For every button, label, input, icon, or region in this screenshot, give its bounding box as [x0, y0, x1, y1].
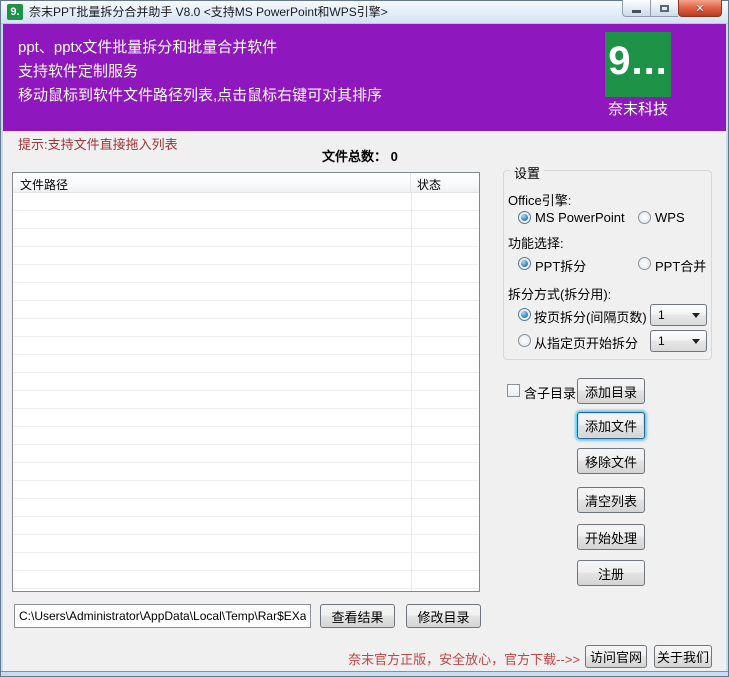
clear-list-button[interactable]: 清空列表	[577, 487, 645, 513]
radio-split-from-page-label[interactable]: 从指定页开始拆分	[534, 333, 638, 352]
start-processing-button[interactable]: 开始处理	[577, 524, 645, 550]
start-page-value: 1	[658, 334, 665, 348]
column-header-path[interactable]: 文件路径	[13, 173, 411, 192]
split-mode-label: 拆分方式(拆分用):	[508, 284, 611, 303]
window-edge-bottom	[1, 671, 728, 676]
chevron-down-icon	[692, 313, 700, 318]
maximize-button[interactable]	[651, 0, 678, 17]
file-list-header: 文件路径 状态	[13, 173, 479, 193]
file-list[interactable]: 文件路径 状态	[12, 172, 480, 592]
start-page-dropdown[interactable]: 1	[650, 330, 707, 352]
visit-website-button[interactable]: 访问官网	[585, 645, 647, 668]
radio-ms-powerpoint[interactable]	[518, 211, 531, 224]
about-us-button[interactable]: 关于我们	[654, 645, 712, 668]
function-select-label: 功能选择:	[508, 233, 564, 252]
radio-ppt-split-label[interactable]: PPT拆分	[535, 256, 586, 275]
settings-group-title: 设置	[510, 163, 544, 182]
official-download-note: 奈末官方正版，安全放心，官方下载-->>	[300, 649, 580, 668]
close-icon: ✕	[695, 2, 704, 15]
radio-ms-powerpoint-label[interactable]: MS PowerPoint	[535, 210, 625, 225]
change-directory-button[interactable]: 修改目录	[406, 604, 481, 628]
add-files-button[interactable]: 添加文件	[577, 412, 645, 439]
banner-text: ppt、pptx文件批量拆分和批量合并软件 支持软件定制服务 移动鼠标到软件文件…	[18, 36, 382, 108]
radio-wps[interactable]	[638, 211, 651, 224]
output-path-input[interactable]	[14, 604, 311, 628]
minimize-button[interactable]	[622, 0, 651, 17]
radio-ppt-merge-label[interactable]: PPT合并	[655, 256, 706, 275]
app-logo-icon: 9.	[7, 4, 23, 20]
file-counter: 文件总数： 0	[322, 146, 398, 165]
brand-logo-icon: 9...	[605, 32, 671, 97]
minimize-icon	[632, 10, 641, 13]
file-counter-label: 文件总数：	[322, 149, 387, 164]
office-engine-label: Office引擎:	[508, 190, 571, 209]
file-counter-value: 0	[391, 149, 398, 164]
register-button[interactable]: 注册	[577, 560, 645, 586]
brand-name: 奈末科技	[590, 98, 686, 119]
banner-line-1: ppt、pptx文件批量拆分和批量合并软件	[18, 36, 382, 60]
header-banner: ppt、pptx文件批量拆分和批量合并软件 支持软件定制服务 移动鼠标到软件文件…	[2, 24, 727, 131]
app-window: 9. 奈末PPT批量拆分合并助手 V8.0 <支持MS PowerPoint和W…	[0, 0, 729, 677]
banner-line-3: 移动鼠标到软件文件路径列表,点击鼠标右键可对其排序	[18, 84, 382, 108]
brand-logo-glyph: 9...	[608, 32, 668, 90]
radio-ppt-merge[interactable]	[638, 257, 651, 270]
radio-split-by-page[interactable]	[518, 308, 531, 321]
include-subdir-label[interactable]: 含子目录	[524, 383, 576, 402]
close-button[interactable]: ✕	[678, 0, 722, 17]
page-interval-dropdown[interactable]: 1	[650, 304, 707, 326]
column-header-status[interactable]: 状态	[411, 173, 479, 192]
radio-wps-label[interactable]: WPS	[655, 210, 685, 225]
chevron-down-icon	[692, 339, 700, 344]
view-result-button[interactable]: 查看结果	[320, 604, 395, 628]
window-controls: ✕	[622, 0, 722, 17]
window-title: 奈末PPT批量拆分合并助手 V8.0 <支持MS PowerPoint和WPS引…	[29, 3, 388, 20]
radio-split-by-page-label[interactable]: 按页拆分(间隔页数)	[534, 307, 647, 326]
maximize-icon	[660, 5, 669, 12]
include-subdir-checkbox[interactable]	[507, 384, 520, 397]
remove-files-button[interactable]: 移除文件	[577, 448, 645, 474]
add-directory-button[interactable]: 添加目录	[577, 378, 645, 404]
drag-drop-tip: 提示:支持文件直接拖入列表	[18, 134, 178, 153]
page-interval-value: 1	[658, 308, 665, 322]
banner-line-2: 支持软件定制服务	[18, 60, 382, 84]
file-list-body[interactable]	[13, 193, 479, 591]
radio-split-from-page[interactable]	[518, 334, 531, 347]
column-separator	[411, 193, 412, 591]
radio-ppt-split[interactable]	[518, 257, 531, 270]
title-bar[interactable]: 9. 奈末PPT批量拆分合并助手 V8.0 <支持MS PowerPoint和W…	[0, 0, 729, 24]
